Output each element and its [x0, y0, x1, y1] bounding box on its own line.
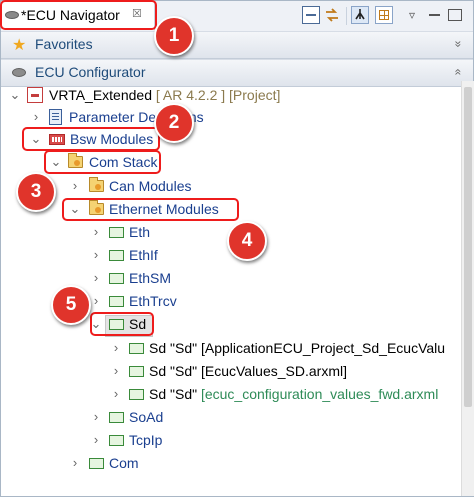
tree-item-soad[interactable]: › SoAd	[1, 407, 461, 429]
tree-item-vrta-extended[interactable]: ⌄ VRTA_Extended [ AR 4.2.2 ] [Project]	[1, 85, 461, 107]
annotation-badge-3: 3	[16, 172, 56, 212]
tree-item-sd-instance[interactable]: › Sd "Sd" [ecuc_configuration_values_fwd…	[1, 384, 461, 406]
collapsed-arrow-icon[interactable]: ›	[90, 270, 102, 285]
annotation-badge-5: 5	[51, 285, 91, 325]
annotation-box-ethernet-modules	[62, 198, 239, 221]
project-version: [ AR 4.2.2 ] [Project]	[155, 87, 281, 103]
view-menu-icon[interactable]: ▿	[403, 6, 421, 24]
collapsed-arrow-icon[interactable]: ›	[30, 109, 42, 124]
annotation-box-bsw-modules	[22, 127, 160, 151]
collapsed-arrow-icon[interactable]: ›	[110, 363, 122, 378]
tree-item-com[interactable]: › Com	[1, 453, 461, 475]
module-icon	[129, 366, 144, 377]
ecu-configurator-icon	[12, 68, 26, 77]
maximize-icon[interactable]	[448, 9, 462, 21]
ecu-configurator-title: ECU Configurator	[35, 64, 146, 80]
tree-item-sd-instance[interactable]: › Sd "Sd" [EcucValues_SD.arxml]	[1, 361, 461, 383]
sd-instance-file: [ApplicationECU_Project_Sd_EcucValu	[200, 340, 446, 356]
tree-item-label: EthSM	[129, 270, 172, 286]
annotation-box-view-tab	[0, 0, 157, 30]
annotation-badge-1: 1	[154, 16, 194, 56]
module-icon	[109, 273, 124, 284]
annotation-box-sd	[90, 312, 154, 336]
sd-instance-file: [EcucValues_SD.arxml]	[200, 363, 347, 379]
favorites-title: Favorites	[35, 36, 93, 52]
sd-instance-file: [ecuc_configuration_values_fwd.arxml	[200, 386, 439, 402]
link-with-editor-icon[interactable]	[323, 6, 341, 24]
layout-icon[interactable]	[375, 6, 393, 24]
collapse-all-icon[interactable]	[302, 6, 320, 24]
ecu-project-icon	[27, 87, 43, 103]
module-icon	[109, 435, 124, 446]
collapsed-arrow-icon[interactable]: ›	[110, 386, 122, 401]
module-icon	[109, 296, 124, 307]
tree-item-sd-instance[interactable]: › Sd "Sd" [ApplicationECU_Project_Sd_Ecu…	[1, 338, 461, 360]
collapsed-arrow-icon[interactable]: ›	[69, 178, 81, 193]
sd-instance-name: Sd "Sd"	[149, 386, 198, 402]
module-icon	[129, 343, 144, 354]
collapsed-arrow-icon[interactable]: ›	[90, 247, 102, 262]
tree-item-label: TcpIp	[129, 432, 163, 448]
filter-icon[interactable]	[351, 6, 369, 24]
module-icon	[109, 250, 124, 261]
ecu-configurator-section-header[interactable]: ECU Configurator «	[1, 59, 473, 87]
tree-item-parameter-definitions[interactable]: › Parameter Definitions	[1, 107, 461, 129]
annotation-box-com-stack	[44, 150, 161, 174]
collapsed-arrow-icon[interactable]: ›	[90, 409, 102, 424]
annotation-badge-2: 2	[154, 103, 194, 143]
tree-item-label: Eth	[129, 224, 151, 240]
collapse-section-icon[interactable]: «	[452, 69, 466, 74]
minimize-icon[interactable]	[426, 6, 444, 24]
vertical-scrollbar[interactable]	[461, 81, 474, 496]
annotation-badge-4: 4	[227, 221, 267, 261]
collapsed-arrow-icon[interactable]: ›	[69, 455, 81, 470]
tree-item-label: EthIf	[129, 247, 158, 263]
parameter-definitions-icon	[49, 109, 62, 125]
scrollbar-thumb[interactable]	[464, 87, 472, 407]
module-icon	[109, 412, 124, 423]
expanded-arrow-icon[interactable]: ⌄	[9, 87, 21, 103]
collapsed-arrow-icon[interactable]: ›	[90, 432, 102, 447]
tree-item-can-modules[interactable]: › Can Modules	[1, 176, 461, 198]
sd-instance-name: Sd "Sd"	[149, 363, 198, 379]
star-icon: ★	[12, 37, 27, 54]
folder-icon	[89, 177, 104, 192]
tree-item-tcpip[interactable]: › TcpIp	[1, 430, 461, 452]
tree-item-label: EthTrcv	[129, 293, 177, 309]
collapsed-arrow-icon[interactable]: ›	[90, 293, 102, 308]
module-icon	[89, 458, 104, 469]
expand-section-icon[interactable]: »	[452, 41, 466, 46]
module-icon	[109, 227, 124, 238]
collapsed-arrow-icon[interactable]: ›	[110, 340, 122, 355]
collapsed-arrow-icon[interactable]: ›	[90, 224, 102, 239]
module-icon	[129, 389, 144, 400]
tree-item-label: Com	[109, 455, 139, 471]
sd-instance-name: Sd "Sd"	[149, 340, 198, 356]
favorites-section-header[interactable]: ★ Favorites »	[1, 31, 473, 59]
project-name: VRTA_Extended	[49, 87, 152, 103]
toolbar-separator	[346, 7, 347, 25]
tree-item-label: SoAd	[129, 409, 164, 425]
tree-item-label: Can Modules	[109, 178, 192, 194]
